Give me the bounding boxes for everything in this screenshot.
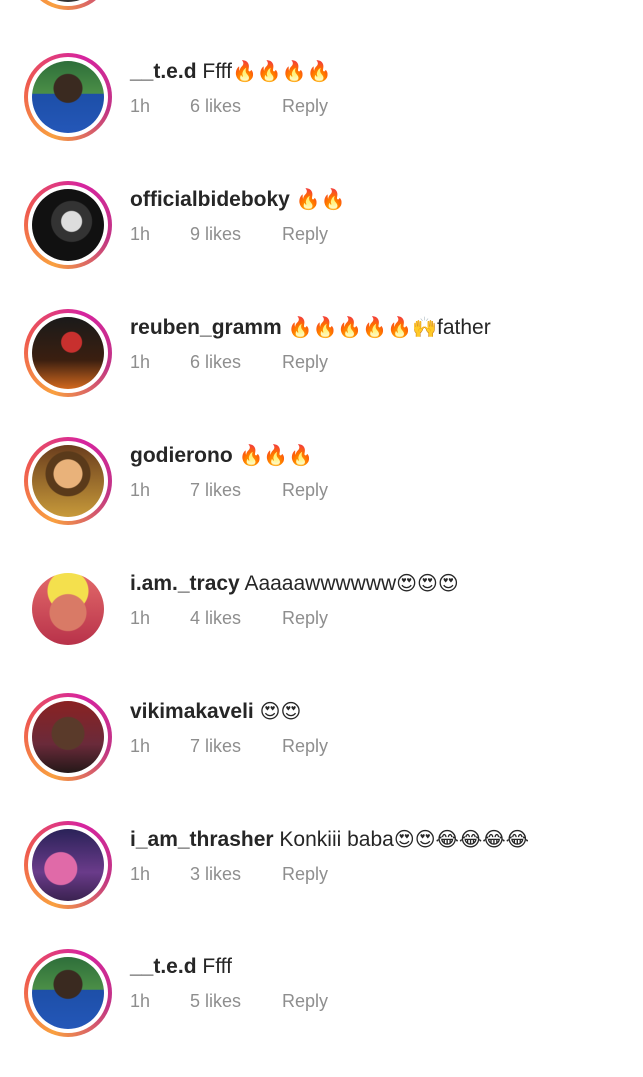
comment-text: father: [436, 316, 491, 339]
comment-emojis: 🔥🔥: [295, 187, 346, 211]
reply-button[interactable]: Reply: [282, 864, 328, 885]
comment-time: 1h: [130, 864, 151, 884]
comment-likes[interactable]: 7 likes: [190, 480, 282, 501]
user-avatar-icon[interactable]: [32, 189, 104, 261]
avatar-story-ring[interactable]: [24, 181, 112, 269]
comment-username[interactable]: __t.e.d: [130, 955, 197, 978]
comment-text: Ffff: [202, 955, 232, 978]
comment-time: 1h: [130, 736, 151, 756]
avatar-container[interactable]: [24, 565, 112, 653]
user-avatar-icon[interactable]: [32, 829, 104, 901]
comment-username[interactable]: officialbideboky: [130, 188, 290, 211]
comment-likes[interactable]: 3 likes: [190, 864, 282, 885]
comment-emojis: 🔥🔥🔥🔥🔥🙌: [287, 315, 437, 339]
comment-likes[interactable]: 4 likes: [190, 608, 282, 629]
comment-item: i.am._tracy Aaaaawwwwww😍😍😍 1h 4 likes Repl…: [0, 565, 643, 693]
user-avatar-icon[interactable]: [32, 957, 104, 1029]
comment-item: godierono 🔥🔥🔥 1h 7 likes Reply: [0, 437, 643, 565]
comment-time: 1h: [130, 608, 151, 628]
avatar-story-ring[interactable]: [24, 309, 112, 397]
comment-emojis: 😍😍😍: [396, 571, 459, 595]
reply-button[interactable]: Reply: [282, 352, 328, 373]
comment-emojis: 😍😍: [259, 699, 302, 723]
comment-item: officialbideboky 🔥🔥 1h 9 likes Reply: [0, 181, 643, 309]
comment-text: Aaaaawwwwww: [244, 572, 397, 595]
avatar-story-ring[interactable]: [24, 693, 112, 781]
comment-likes[interactable]: 6 likes: [190, 352, 282, 373]
comment-username[interactable]: godierono: [130, 444, 233, 467]
comment-item: __t.e.d Ffff🔥🔥🔥🔥 1h 6 likes Reply: [0, 53, 643, 181]
comment-item: vikimakaveli 😍😍 1h 7 likes Reply: [0, 693, 643, 821]
comment-username[interactable]: vikimakaveli: [130, 700, 254, 723]
comment-username[interactable]: __t.e.d: [130, 60, 197, 83]
user-avatar-icon[interactable]: [32, 573, 104, 645]
comment-username[interactable]: i_am_thrasher: [130, 828, 274, 851]
reply-button[interactable]: Reply: [282, 224, 328, 245]
comment-likes[interactable]: 7 likes: [190, 736, 282, 757]
reply-button[interactable]: Reply: [282, 608, 328, 629]
comment-time: 1h: [130, 991, 151, 1011]
user-avatar-icon[interactable]: [32, 445, 104, 517]
avatar-story-ring[interactable]: [24, 53, 112, 141]
comment-likes[interactable]: 6 likes: [190, 96, 282, 117]
comment-time: 1h: [130, 224, 151, 244]
partial-avatar-ring: [24, 0, 112, 10]
reply-button[interactable]: Reply: [282, 991, 328, 1012]
comment-item: reuben_gramm 🔥🔥🔥🔥🔥🙌father 1h 6 likes Reply: [0, 309, 643, 437]
reply-button[interactable]: Reply: [282, 736, 328, 757]
reply-button[interactable]: Reply: [282, 96, 328, 117]
comment-username[interactable]: reuben_gramm: [130, 316, 282, 339]
comment-time: 1h: [130, 96, 151, 116]
comment-time: 1h: [130, 480, 151, 500]
comment-text: Ffff: [202, 60, 232, 83]
reply-button[interactable]: Reply: [282, 480, 328, 501]
user-avatar-icon[interactable]: [32, 701, 104, 773]
comment-likes[interactable]: 9 likes: [190, 224, 282, 245]
avatar-story-ring[interactable]: [24, 821, 112, 909]
user-avatar-icon[interactable]: [32, 317, 104, 389]
avatar-story-ring[interactable]: [24, 437, 112, 525]
comment-text: Konkiii baba: [279, 828, 394, 851]
comment-likes[interactable]: 5 likes: [190, 991, 282, 1012]
comment-time: 1h: [130, 352, 151, 372]
avatar-story-ring[interactable]: [24, 949, 112, 1037]
comment-item: i_am_thrasher Konkiii baba😍😍😂😂😂😂 1h 3 lik…: [0, 821, 643, 949]
comment-emojis: 🔥🔥🔥🔥: [231, 59, 332, 83]
comment-emojis: 😍😍😂😂😂😂: [393, 827, 530, 851]
comment-item: __t.e.d Ffff 1h 5 likes Reply: [0, 949, 643, 1077]
comment-username[interactable]: i.am._tracy: [130, 572, 240, 595]
comment-emojis: 🔥🔥🔥: [238, 443, 314, 467]
user-avatar-icon[interactable]: [32, 61, 104, 133]
